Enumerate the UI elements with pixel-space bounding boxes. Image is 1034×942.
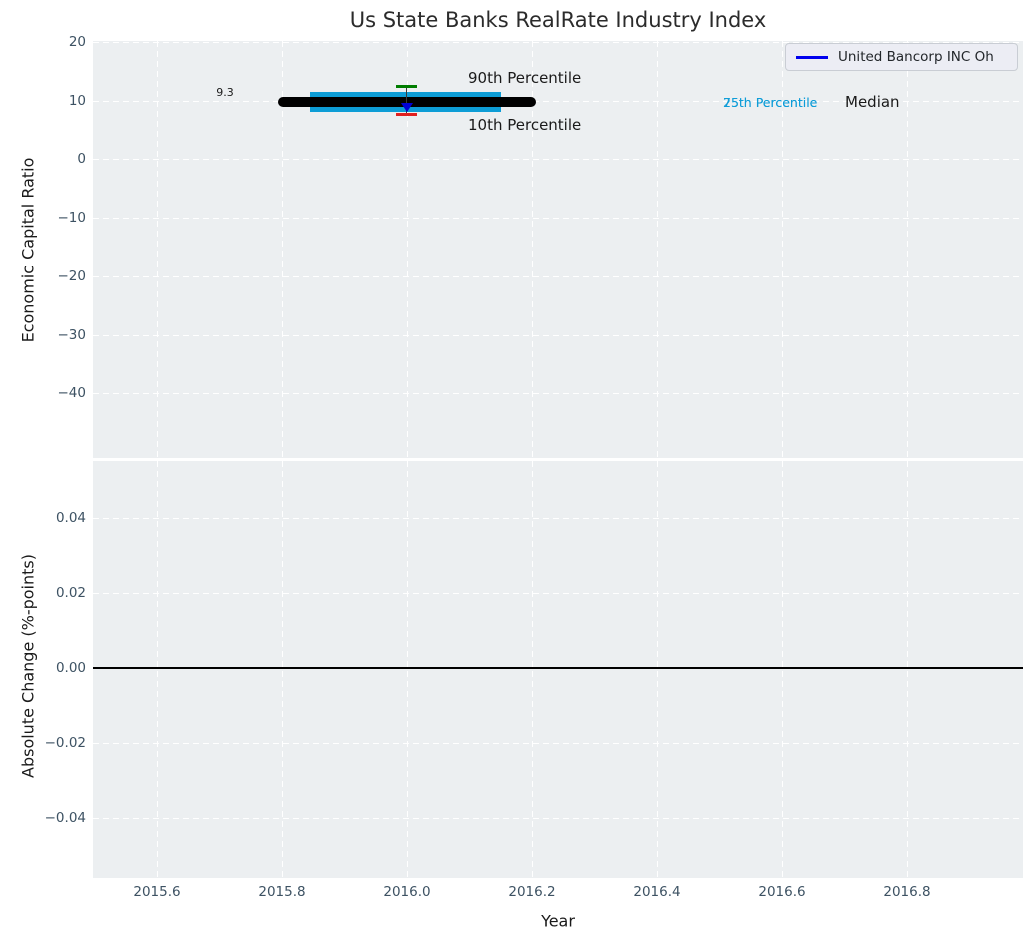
p90-annotation: 90th Percentile	[468, 69, 581, 87]
x-tick-label: 2016.4	[617, 884, 697, 900]
x-tick-label: 2016.6	[742, 884, 822, 900]
gridline	[93, 743, 1023, 744]
legend-entry-label: United Bancorp INC Oh	[838, 49, 994, 65]
gridline	[657, 461, 658, 878]
start-value-annotation: 9.3	[198, 86, 252, 99]
legend: United Bancorp INC Oh	[785, 43, 1018, 71]
p25-annotation: 25th Percentile	[723, 95, 817, 110]
gridline	[93, 276, 1023, 277]
x-axis-label: Year	[541, 912, 575, 931]
x-tick-label: 2016.0	[367, 884, 447, 900]
legend-line-sample	[796, 56, 828, 59]
x-tick-label: 2015.6	[117, 884, 197, 900]
y-tick-label: 10	[0, 93, 86, 109]
gridline	[282, 461, 283, 878]
bottom-subplot	[93, 461, 1023, 878]
gridline	[907, 41, 908, 458]
y-tick-label: 0.00	[0, 660, 86, 676]
company-marker	[401, 103, 413, 112]
x-tick-label: 2016.8	[867, 884, 947, 900]
top-subplot: 9.3 90th Percentile 10th Percentile 75th…	[93, 41, 1023, 458]
gridline	[93, 818, 1023, 819]
y-tick-label: −0.02	[0, 735, 86, 751]
p10-whisker-cap	[396, 113, 417, 116]
gridline	[93, 518, 1023, 519]
p10-annotation: 10th Percentile	[468, 116, 581, 134]
gridline	[532, 461, 533, 878]
y-tick-label: 20	[0, 34, 86, 50]
zero-reference-line	[93, 667, 1023, 669]
gridline	[157, 41, 158, 458]
y-tick-label: −30	[0, 327, 86, 343]
y-tick-label: 0.02	[0, 585, 86, 601]
gridline	[93, 593, 1023, 594]
gridline	[93, 159, 1023, 160]
y-tick-label: −0.04	[0, 810, 86, 826]
y-tick-label: 0	[0, 151, 86, 167]
gridline	[157, 461, 158, 878]
gridline	[407, 461, 408, 878]
gridline	[907, 461, 908, 878]
figure: Us State Banks RealRate Industry Index 9…	[0, 0, 1034, 942]
x-tick-label: 2015.8	[242, 884, 322, 900]
y-tick-label: −10	[0, 210, 86, 226]
y-tick-label: −40	[0, 385, 86, 401]
gridline	[93, 393, 1023, 394]
p90-whisker-cap	[396, 85, 417, 88]
y-axis-label-bottom: Absolute Change (%-points)	[19, 554, 38, 778]
y-tick-label: −20	[0, 268, 86, 284]
chart-title: Us State Banks RealRate Industry Index	[350, 8, 767, 32]
gridline	[93, 218, 1023, 219]
gridline	[657, 41, 658, 458]
y-axis-label-top: Economic Capital Ratio	[19, 158, 38, 343]
median-annotation: Median	[845, 93, 900, 111]
x-tick-label: 2016.2	[492, 884, 572, 900]
gridline	[93, 335, 1023, 336]
y-tick-label: 0.04	[0, 510, 86, 526]
gridline	[782, 461, 783, 878]
